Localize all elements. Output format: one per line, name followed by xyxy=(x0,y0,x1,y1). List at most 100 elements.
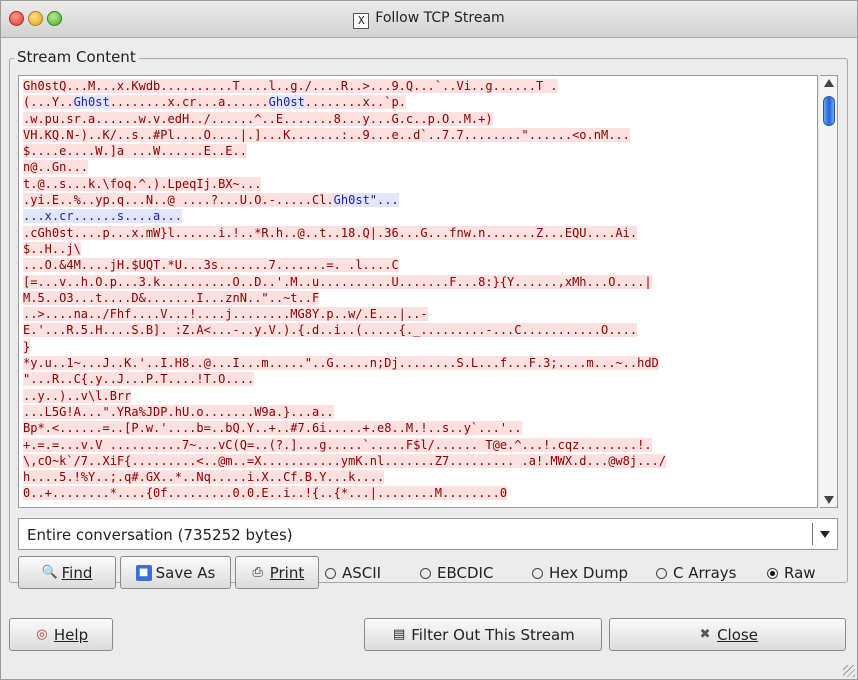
client-data: Bp*.<......=..[P.w.'....b=..bQ.Y..+..#7.… xyxy=(23,421,522,436)
magnifier-icon: 🔍 xyxy=(41,564,58,580)
radio-ebcdic-label: EBCDIC xyxy=(437,564,494,582)
client-data: t.@..s...k.\foq.^.).LpeqIj.BX~... xyxy=(23,176,262,191)
scroll-up-icon[interactable] xyxy=(824,79,834,87)
client-data: +.=.=...v.V ..........7~...vC(Q=..(?.]..… xyxy=(23,437,652,452)
stream-lines: Gh0stQ...M...x.Kwdb..........T....l..g./… xyxy=(23,78,666,502)
lifebuoy-icon: ◎ xyxy=(36,626,48,642)
radio-ebcdic-dot[interactable] xyxy=(420,567,431,579)
client-data: 0..+........*....{0f.........0.0.E..i..!… xyxy=(23,486,508,501)
filter-out-label: Filter Out This Stream xyxy=(411,625,575,644)
stream-line: Gh0stQ...M...x.Kwdb..........T....l..g./… xyxy=(23,78,666,94)
stream-line: +.=.=...v.V ..........7~...vC(Q=..(?.]..… xyxy=(23,437,666,453)
radio-c-arrays-dot[interactable] xyxy=(656,567,667,579)
radio-raw-dot[interactable] xyxy=(767,567,778,579)
client-data: \,cO~k`/7..XiF{.........<..@m..=X.......… xyxy=(23,453,666,468)
radio-ascii[interactable]: ASCII xyxy=(325,564,381,582)
print-button[interactable]: ⎙ Print xyxy=(235,556,319,589)
client-data: M.5..O3...t....D&.......I...znN.."..~t..… xyxy=(23,290,320,305)
floppy-disk-icon: ■ xyxy=(135,564,152,581)
radio-hex-dump[interactable]: Hex Dump xyxy=(532,564,628,582)
server-data: Gh0st xyxy=(73,95,110,110)
stream-line: .cGh0st....p...x.mW}l......i.!..*R.h..@.… xyxy=(23,225,666,241)
follow-tcp-stream-window: X Follow TCP Stream Stream Content Gh0stQ… xyxy=(0,0,858,680)
find-label: Find xyxy=(61,563,93,582)
combo-separator xyxy=(812,523,813,545)
stream-line: [=...v..h.O.p...3.k..........O..D..'.M..… xyxy=(23,274,666,290)
stream-line: VH.KQ.N-)..K/..s..#Pl....O....|.]...K...… xyxy=(23,127,666,143)
stream-line: "...R..C{.y..J...P.T....!T.O.... xyxy=(23,371,666,387)
server-data: Gh0st xyxy=(268,95,305,110)
conversation-select[interactable]: Entire conversation (735252 bytes) xyxy=(18,518,838,550)
radio-hex-dump-dot[interactable] xyxy=(532,567,543,579)
client-data: n@..Gn... xyxy=(23,160,89,175)
stream-line: (...Y..Gh0st........x.cr...a......Gh0st.… xyxy=(23,94,666,110)
conversation-select-value: Entire conversation (735252 bytes) xyxy=(27,526,293,544)
server-data: Gh0st"... xyxy=(333,193,399,208)
stream-line: M.5..O3...t....D&.......I...znN.."..~t..… xyxy=(23,290,666,306)
client-data: .w.pu.sr.a......w.v.edH../......^..E....… xyxy=(23,111,493,126)
stream-content-text[interactable]: Gh0stQ...M...x.Kwdb..........T....l..g./… xyxy=(18,75,818,508)
client-data: ...L5G!A...".YRa%JDP.hU.o.......W9a.}...… xyxy=(23,404,334,419)
print-label: Print xyxy=(269,563,305,582)
client-data: ........x.cr...a...... xyxy=(109,95,269,110)
save-as-button[interactable]: ■ Save As xyxy=(120,556,231,589)
help-button[interactable]: ◎ Help xyxy=(9,618,113,651)
stream-content-label: Stream Content xyxy=(14,48,139,66)
radio-raw[interactable]: Raw xyxy=(767,564,816,582)
client-data: Gh0stQ...M...x.Kwdb..........T....l..g./… xyxy=(23,79,558,93)
client-data: $..H..j\ xyxy=(23,241,81,256)
stream-line: .w.pu.sr.a......w.v.edH../......^..E....… xyxy=(23,111,666,127)
stream-line: } xyxy=(23,339,666,355)
client-data: ..y..)..v\l.Brr xyxy=(23,388,132,403)
stream-line: ...x.cr......s....a... xyxy=(23,208,666,224)
stream-line: t.@..s...k.\foq.^.).LpeqIj.BX~... xyxy=(23,176,666,192)
radio-ebcdic[interactable]: EBCDIC xyxy=(420,564,493,582)
stream-line: $..H..j\ xyxy=(23,241,666,257)
stream-line: .yi.E..%..yp.q...N..@ ....?...U.O.-.....… xyxy=(23,192,666,208)
stream-line: ...L5G!A...".YRa%JDP.hU.o.......W9a.}...… xyxy=(23,404,666,420)
stream-line: n@..Gn... xyxy=(23,159,666,175)
resize-grip-icon[interactable] xyxy=(843,665,855,677)
client-data: h....5.!%Y..;.q#.GX..*..Nq.....i.X..Cf.B… xyxy=(23,470,385,485)
client-data: E.'...R.5.H....S.B]. :Z.A<...-..y.V.).{.… xyxy=(23,323,638,338)
client-data: [=...v..h.O.p...3.k..........O..D..'.M..… xyxy=(23,274,652,289)
printer-icon: ⎙ xyxy=(252,564,263,580)
client-data: .yi.E..%..yp.q...N..@ ....?...U.O.-.....… xyxy=(23,193,334,208)
scroll-down-icon[interactable] xyxy=(824,496,834,504)
chevron-down-icon[interactable] xyxy=(820,531,830,538)
close-button[interactable]: ✖ Close xyxy=(609,618,846,651)
stream-line: \,cO~k`/7..XiF{.........<..@m..=X.......… xyxy=(23,453,666,469)
client-data: "...R..C{.y..J...P.T....!T.O.... xyxy=(23,372,255,387)
radio-ascii-dot[interactable] xyxy=(325,567,336,579)
client-data: *y.u..1~...J..K.'..I.H8..@...I...m....."… xyxy=(23,356,659,371)
x-close-icon: ✖ xyxy=(699,626,711,642)
stream-line: h....5.!%Y..;.q#.GX..*..Nq.....i.X..Cf.B… xyxy=(23,469,666,485)
client-data: ...O.&4M....jH.$UQT.*U...3s.......7.....… xyxy=(23,258,399,273)
filter-document-icon: ▤ xyxy=(393,626,406,642)
radio-c-arrays[interactable]: C Arrays xyxy=(656,564,736,582)
close-label: Close xyxy=(717,625,758,644)
stream-line: ..>....na../Fhf....V...!....j........MG8… xyxy=(23,306,666,322)
client-data: ........x..`p. xyxy=(304,95,406,110)
client-data: VH.KQ.N-)..K/..s..#Pl....O....|.]...K...… xyxy=(23,127,630,142)
vertical-scrollbar[interactable] xyxy=(820,75,838,508)
title-bar[interactable]: X Follow TCP Stream xyxy=(1,1,857,38)
stream-line: Bp*.<......=..[P.w.'....b=..bQ.Y..+..#7.… xyxy=(23,420,666,436)
window-title-text: Follow TCP Stream xyxy=(375,10,505,26)
filter-out-this-stream-button[interactable]: ▤ Filter Out This Stream xyxy=(364,618,602,651)
stream-line: $....e....W.]a ...W......E..E.. xyxy=(23,143,666,159)
help-label: Help xyxy=(53,625,89,644)
stream-line: ...O.&4M....jH.$UQT.*U...3s.......7.....… xyxy=(23,257,666,273)
radio-raw-label: Raw xyxy=(784,564,816,582)
x11-window-icon: X xyxy=(353,13,370,29)
client-data: } xyxy=(23,339,31,354)
client-data: ..>....na../Fhf....V...!....j........MG8… xyxy=(23,307,428,322)
scroll-thumb[interactable] xyxy=(823,96,835,126)
window-title: X Follow TCP Stream xyxy=(1,10,857,29)
stream-line: 0..+........*....{0f.........0.0.E..i..!… xyxy=(23,485,666,501)
radio-ascii-label: ASCII xyxy=(342,564,382,582)
client-data: (...Y.. xyxy=(23,95,74,110)
radio-c-arrays-label: C Arrays xyxy=(673,564,737,582)
server-data: ...x.cr......s....a... xyxy=(23,209,182,224)
find-button[interactable]: 🔍 Find xyxy=(18,556,116,589)
